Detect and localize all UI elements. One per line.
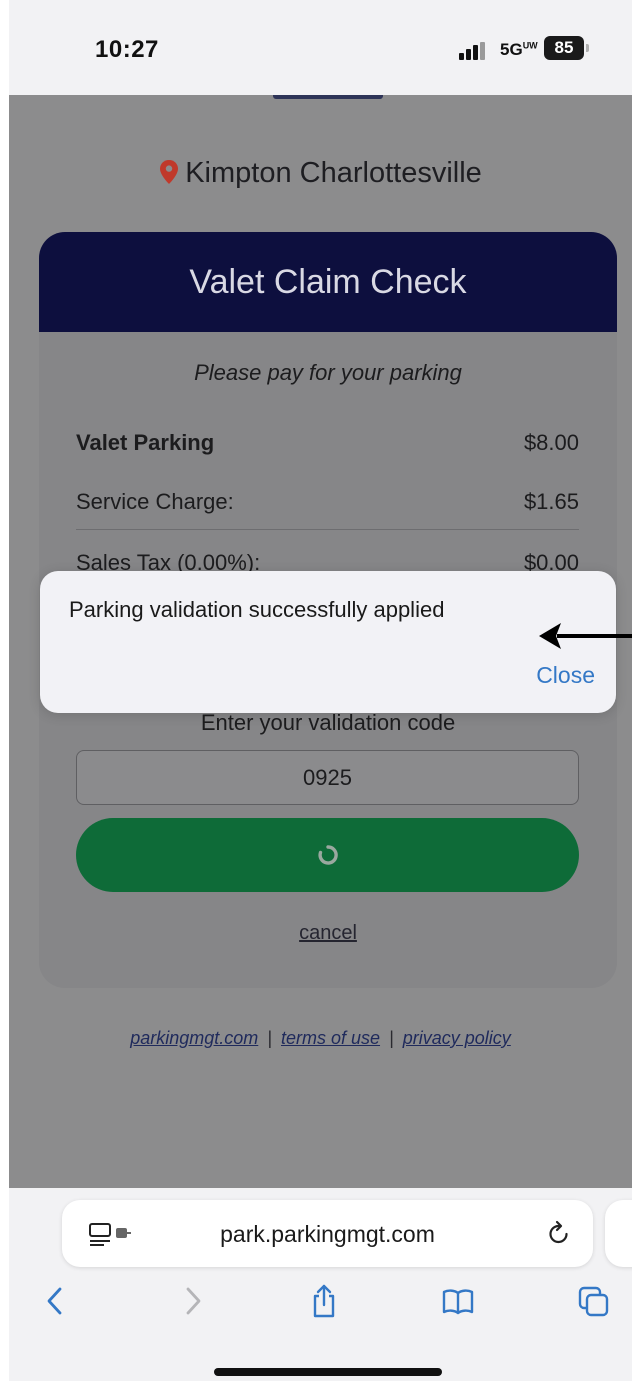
- page-top-tab: [273, 95, 383, 99]
- tabs-icon[interactable]: [577, 1283, 611, 1319]
- cellular-signal-icon: [459, 42, 489, 60]
- annotation-arrow-icon: [539, 623, 632, 649]
- payment-subtitle: Please pay for your parking: [194, 360, 462, 385]
- battery-tip: [586, 44, 589, 52]
- status-bar: 10:27 5GUW 85: [9, 0, 632, 95]
- browser-toolbar: park.parkingmgt.com: [9, 1188, 632, 1381]
- line-item-service-charge: Service Charge: $1.65: [76, 489, 579, 515]
- line-item-label: Service Charge:: [76, 489, 234, 514]
- location-heading: Kimpton Charlottesville: [9, 157, 632, 190]
- network-label: 5G: [500, 40, 523, 59]
- line-item-amount: $8.00: [523, 430, 579, 455]
- validation-alert-dialog: Parking validation successfully applied …: [40, 571, 616, 713]
- location-name: Kimpton Charlottesville: [185, 157, 482, 189]
- line-divider: [76, 529, 579, 530]
- location-pin-icon: [160, 160, 179, 184]
- status-time: 10:27: [95, 36, 159, 63]
- share-icon[interactable]: [307, 1283, 341, 1319]
- line-item-valet-parking: Valet Parking $8.00: [76, 430, 579, 456]
- network-type: 5GUW: [500, 40, 538, 60]
- next-tab-preview[interactable]: [605, 1200, 632, 1267]
- validation-code-input[interactable]: [76, 750, 579, 805]
- loading-spinner-icon: [317, 845, 338, 865]
- footer-separator: |: [267, 1028, 272, 1048]
- forward-icon[interactable]: [175, 1283, 209, 1319]
- line-item-amount: $1.65: [523, 489, 579, 514]
- address-bar[interactable]: park.parkingmgt.com: [62, 1200, 593, 1267]
- home-indicator: [214, 1368, 442, 1376]
- network-suffix: UW: [522, 40, 538, 51]
- browser-nav-row: [9, 1283, 632, 1323]
- alert-message: Parking validation successfully applied: [69, 597, 445, 622]
- footer-separator: |: [389, 1028, 394, 1048]
- validation-code-label: Enter your validation code: [200, 710, 456, 735]
- bookmarks-icon[interactable]: [441, 1283, 475, 1319]
- terms-of-use-link[interactable]: terms of use: [281, 1028, 380, 1048]
- footer-links: parkingmgt.com | terms of use | privacy …: [9, 1028, 632, 1049]
- pay-button[interactable]: [76, 818, 579, 892]
- line-item-label: Valet Parking: [76, 430, 215, 455]
- battery-level: 85: [544, 36, 584, 60]
- phone-screen: 10:27 5GUW 85 Kimpton Charlottesville Va…: [9, 0, 632, 1381]
- back-icon[interactable]: [39, 1283, 73, 1319]
- url-text: park.parkingmgt.com: [220, 1221, 435, 1247]
- parkingmgt-link[interactable]: parkingmgt.com: [130, 1028, 258, 1048]
- cancel-link[interactable]: cancel: [39, 922, 617, 945]
- privacy-policy-link[interactable]: privacy policy: [403, 1028, 511, 1048]
- reload-icon[interactable]: [547, 1220, 571, 1246]
- card-title: Valet Claim Check: [39, 232, 617, 332]
- alert-close-button[interactable]: Close: [536, 662, 595, 689]
